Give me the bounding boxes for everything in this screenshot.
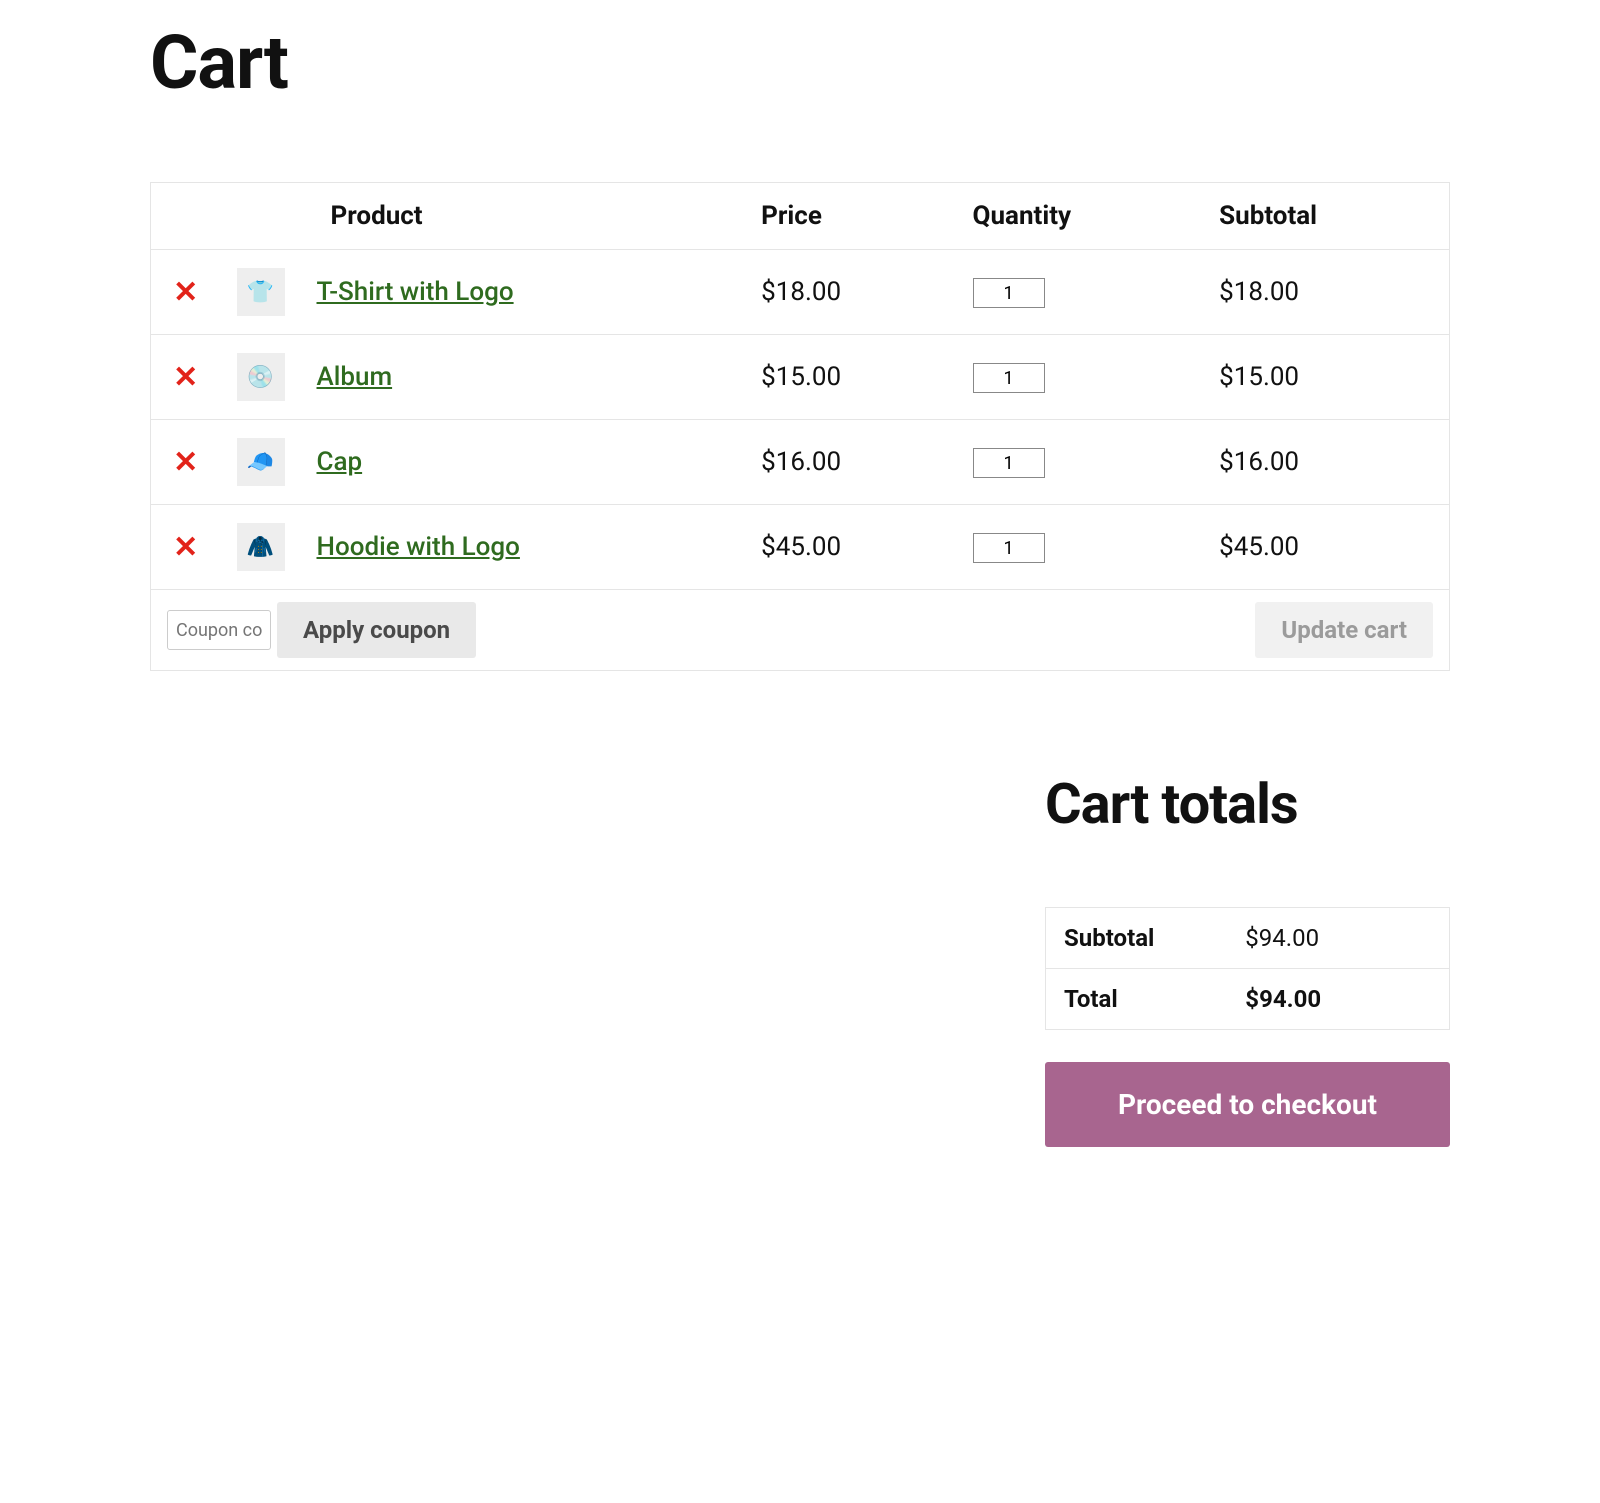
cart-table: Product Price Quantity Subtotal ✕ 👕 T-Sh… [150,182,1450,671]
remove-icon[interactable]: ✕ [173,275,198,310]
product-thumbnail[interactable]: 🧥 [237,523,285,571]
quantity-input[interactable] [973,278,1045,308]
table-header-row: Product Price Quantity Subtotal [151,183,1450,250]
coupon-input[interactable] [167,610,271,650]
col-price-header: Price [745,183,956,250]
total-value: $94.00 [1227,969,1449,1030]
product-price: $15.00 [745,335,956,420]
quantity-input[interactable] [973,533,1045,563]
product-subtotal: $45.00 [1203,505,1449,590]
remove-icon[interactable]: ✕ [173,360,198,395]
cart-totals-table: Subtotal $94.00 Total $94.00 [1045,907,1450,1030]
subtotal-label: Subtotal [1046,908,1228,969]
proceed-to-checkout-button[interactable]: Proceed to checkout [1045,1062,1450,1147]
product-price: $18.00 [745,250,956,335]
table-row: ✕ 👕 T-Shirt with Logo $18.00 $18.00 [151,250,1450,335]
product-link[interactable]: Cap [317,447,363,477]
product-subtotal: $18.00 [1203,250,1449,335]
col-subtotal-header: Subtotal [1203,183,1449,250]
product-thumbnail[interactable]: 👕 [237,268,285,316]
table-row: ✕ 🧥 Hoodie with Logo $45.00 $45.00 [151,505,1450,590]
remove-icon[interactable]: ✕ [173,445,198,480]
product-price: $16.00 [745,420,956,505]
table-row: ✕ 🧢 Cap $16.00 $16.00 [151,420,1450,505]
subtotal-row: Subtotal $94.00 [1046,908,1450,969]
product-thumbnail[interactable]: 🧢 [237,438,285,486]
actions-row: Apply coupon Update cart [151,590,1450,671]
col-remove-header [151,183,221,250]
update-cart-button[interactable]: Update cart [1255,602,1433,658]
col-quantity-header: Quantity [957,183,1204,250]
product-subtotal: $15.00 [1203,335,1449,420]
quantity-input[interactable] [973,448,1045,478]
page-title: Cart [150,20,1450,107]
product-link[interactable]: Hoodie with Logo [317,532,520,562]
col-thumb-header [221,183,301,250]
coupon-group: Apply coupon [167,602,476,658]
table-row: ✕ 💿 Album $15.00 $15.00 [151,335,1450,420]
cart-totals-title: Cart totals [1045,771,1450,837]
product-link[interactable]: T-Shirt with Logo [317,277,514,307]
quantity-input[interactable] [973,363,1045,393]
total-row: Total $94.00 [1046,969,1450,1030]
subtotal-value: $94.00 [1227,908,1449,969]
apply-coupon-button[interactable]: Apply coupon [277,602,476,658]
total-label: Total [1046,969,1228,1030]
col-product-header: Product [301,183,746,250]
cart-totals-section: Cart totals Subtotal $94.00 Total $94.00… [1045,771,1450,1147]
product-price: $45.00 [745,505,956,590]
product-link[interactable]: Album [317,362,393,392]
product-thumbnail[interactable]: 💿 [237,353,285,401]
remove-icon[interactable]: ✕ [173,530,198,565]
product-subtotal: $16.00 [1203,420,1449,505]
